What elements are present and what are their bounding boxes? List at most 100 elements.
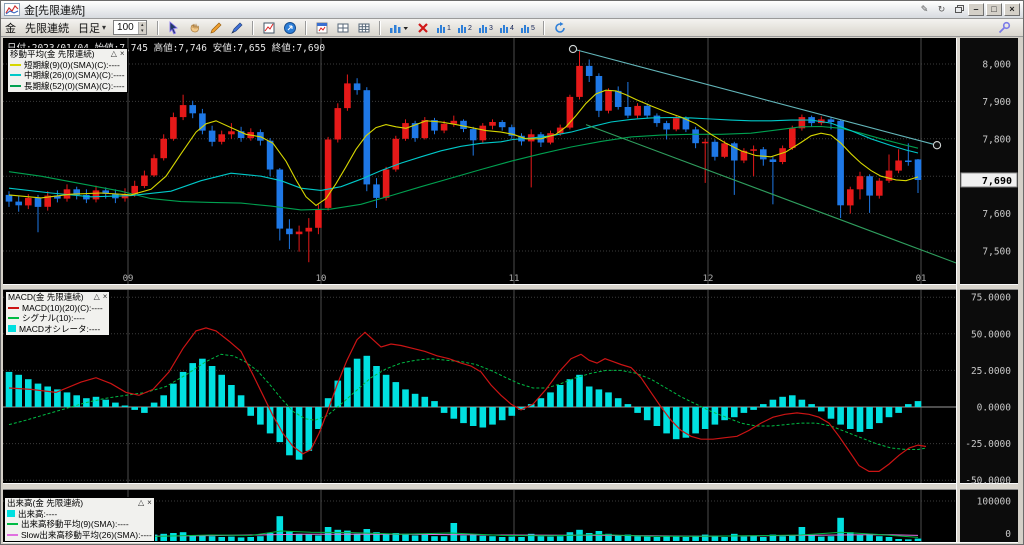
timeframe-dropdown[interactable]: 日足 ▾ [78, 20, 106, 36]
indicator-1-icon[interactable]: 1 [435, 20, 453, 36]
svg-text:25.0000: 25.0000 [971, 366, 1011, 377]
instrument-label: 金 [5, 22, 16, 35]
volume-swatch [7, 510, 15, 518]
chart-area: 09101112018,0007,9007,8007,7007,6007,500… [1, 37, 1024, 545]
volume-ma26-swatch [7, 533, 18, 536]
ma-short-label: 短期線(9)(0)(SMA)(C):---- [24, 59, 120, 70]
new-chart-icon[interactable] [313, 20, 331, 36]
volume-ma9-label: 出来高移動平均(9)(SMA):---- [21, 519, 129, 529]
svg-text:-25.0000: -25.0000 [965, 439, 1011, 450]
ma-legend-title: 移動平均(金 先限連続) [10, 49, 95, 59]
svg-text:3: 3 [489, 25, 493, 32]
svg-text:50.0000: 50.0000 [971, 329, 1011, 340]
volume-legend: 出来高(金 先限連続) △ × 出来高:---- 出来高移動平均(9)(SMA)… [4, 497, 155, 542]
grid-2x2-icon[interactable] [334, 20, 352, 36]
svg-text:10: 10 [316, 274, 327, 284]
ma-mid-label: 中期線(26)(0)(SMA)(C):---- [24, 70, 125, 80]
macd-line-swatch [8, 306, 19, 309]
trendline-handle[interactable] [932, 141, 942, 150]
window-chart-icon [4, 3, 20, 16]
refresh-window-icon[interactable]: ↻ [934, 3, 949, 16]
indicator-4-icon[interactable]: 4 [498, 20, 516, 36]
maximize-button[interactable]: □ [986, 3, 1002, 16]
svg-text:01: 01 [916, 274, 927, 284]
chevron-down-icon: ▾ [102, 23, 107, 32]
ma-mid-swatch [10, 74, 21, 77]
legend-collapse-button[interactable]: △ [138, 498, 144, 509]
macd-plot-area [3, 290, 956, 483]
svg-text:1: 1 [447, 25, 451, 32]
svg-text:-50.0000: -50.0000 [965, 476, 1011, 487]
svg-text:100000: 100000 [977, 497, 1012, 508]
svg-text:7,690: 7,690 [982, 176, 1012, 187]
copy-window-icon[interactable] [951, 3, 966, 16]
toolbar-separator [304, 20, 307, 35]
timeframe-value: 日足 [78, 22, 100, 35]
svg-text:0: 0 [1005, 529, 1011, 540]
bar-count-spinner[interactable]: 100 ▴ ▾ [113, 20, 147, 35]
toolbar-separator [251, 20, 254, 35]
cursor-icon[interactable] [165, 20, 183, 36]
refresh-icon[interactable] [551, 20, 569, 36]
macd-osc-label: MACDオシレータ:---- [19, 323, 101, 334]
volume-label: 出来高:---- [18, 508, 58, 519]
svg-text:7,500: 7,500 [982, 247, 1011, 258]
bar-count-value: 100 [117, 22, 134, 33]
ma-long-label: 長期線(52)(0)(SMA)(C):---- [24, 80, 125, 91]
svg-text:5: 5 [531, 25, 535, 32]
svg-text:8,000: 8,000 [982, 60, 1011, 71]
title-bar: 金[先限連続] ✎ ↻ – □ × [1, 1, 1023, 19]
toolbar-separator [542, 20, 545, 35]
chart-canvas[interactable]: 09101112018,0007,9007,8007,7007,6007,500… [1, 37, 1024, 545]
contract-label: 先限連続 [25, 22, 69, 35]
close-button[interactable]: × [1004, 3, 1020, 16]
svg-text:4: 4 [510, 25, 514, 32]
svg-text:7,800: 7,800 [982, 134, 1011, 145]
window-title: 金[先限連続] [24, 4, 86, 17]
ma-long-swatch [10, 84, 21, 87]
svg-text:11: 11 [509, 274, 520, 284]
legend-close-button[interactable]: × [103, 292, 108, 303]
navigate-icon[interactable] [281, 20, 299, 36]
svg-text:2: 2 [468, 25, 472, 32]
volume-ma26-label: Slow出来高移動平均(26)(SMA):---- [21, 529, 152, 540]
ma-short-swatch [10, 63, 21, 66]
app-window: 金[先限連続] ✎ ↻ – □ × 金 先限連続 日足 ▾ 100 ▴ ▾ 1 … [0, 0, 1024, 545]
toolbar-separator [378, 20, 381, 35]
axis-chart-icon[interactable] [260, 20, 278, 36]
delete-indicator-icon[interactable] [414, 20, 432, 36]
toolbar: 金 先限連続 日足 ▾ 100 ▴ ▾ 1 2 3 4 5 [1, 19, 1023, 37]
trendline-handle[interactable] [568, 44, 578, 54]
wrench-icon[interactable] [995, 20, 1013, 36]
legend-close-button[interactable]: × [147, 498, 152, 509]
grid-3x3-icon[interactable] [355, 20, 373, 36]
pin-icon[interactable]: ✎ [917, 3, 932, 16]
macd-osc-swatch [8, 325, 16, 333]
macd-legend: MACD(金 先限連続) △ × MACD(10)(20)(C):---- シグ… [5, 291, 111, 336]
legend-collapse-button[interactable]: △ [111, 49, 117, 60]
current-price-badge: 7,690 [960, 172, 1018, 188]
volume-ma9-swatch [7, 523, 18, 526]
macd-line-label: MACD(10)(20)(C):---- [22, 302, 103, 313]
legend-collapse-button[interactable]: △ [94, 292, 100, 303]
hand-icon[interactable] [186, 20, 204, 36]
signal-line-label: シグナル(10):---- [22, 313, 85, 323]
spinner-arrows-icon[interactable]: ▴ ▾ [138, 21, 146, 34]
svg-text:7,900: 7,900 [982, 97, 1011, 108]
toolbar-separator [156, 20, 159, 35]
ma-legend: 移動平均(金 先限連続) △ × 短期線(9)(0)(SMA)(C):---- … [7, 48, 128, 93]
time-axis-strip [3, 268, 956, 284]
macd-legend-title: MACD(金 先限連続) [8, 292, 84, 302]
minimize-button[interactable]: – [968, 3, 984, 16]
legend-close-button[interactable]: × [120, 49, 125, 60]
svg-text:0.0000: 0.0000 [977, 403, 1012, 414]
indicator-2-icon[interactable]: 2 [456, 20, 474, 36]
marker-icon[interactable] [228, 20, 246, 36]
indicator-3-icon[interactable]: 3 [477, 20, 495, 36]
indicator-5-icon[interactable]: 5 [519, 20, 537, 36]
signal-line-swatch [8, 317, 19, 320]
pencil-icon[interactable] [207, 20, 225, 36]
svg-text:75.0000: 75.0000 [971, 293, 1011, 304]
indicator-bars-dropdown-icon[interactable] [387, 20, 411, 36]
svg-text:09: 09 [123, 274, 134, 284]
